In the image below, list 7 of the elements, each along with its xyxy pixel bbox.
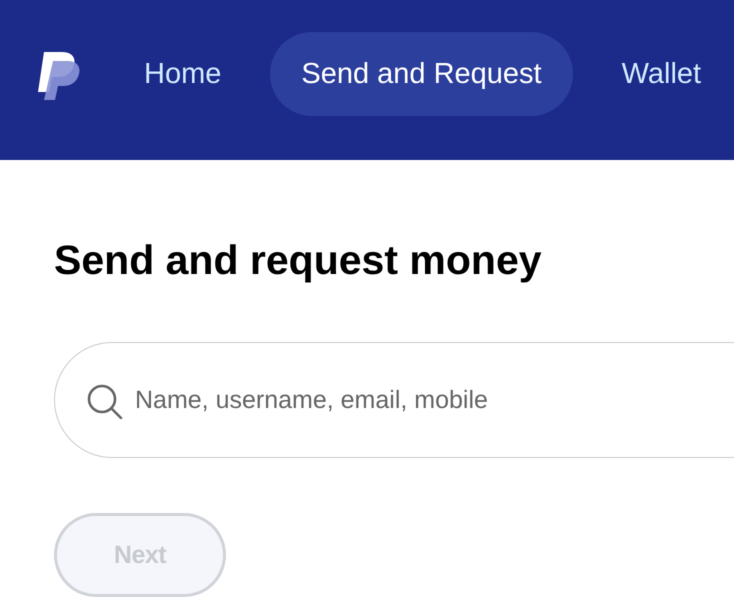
nav-tab[interactable]: Send and Request — [270, 32, 573, 116]
search-icon — [87, 384, 123, 419]
page-heading: Send and request money — [54, 236, 543, 284]
nav-tab[interactable]: Wallet — [590, 32, 732, 116]
logo-icon[interactable] — [38, 52, 80, 100]
search-field[interactable]: Name, username, email, mobile — [54, 342, 734, 458]
nav-tab[interactable]: Home — [113, 32, 252, 116]
